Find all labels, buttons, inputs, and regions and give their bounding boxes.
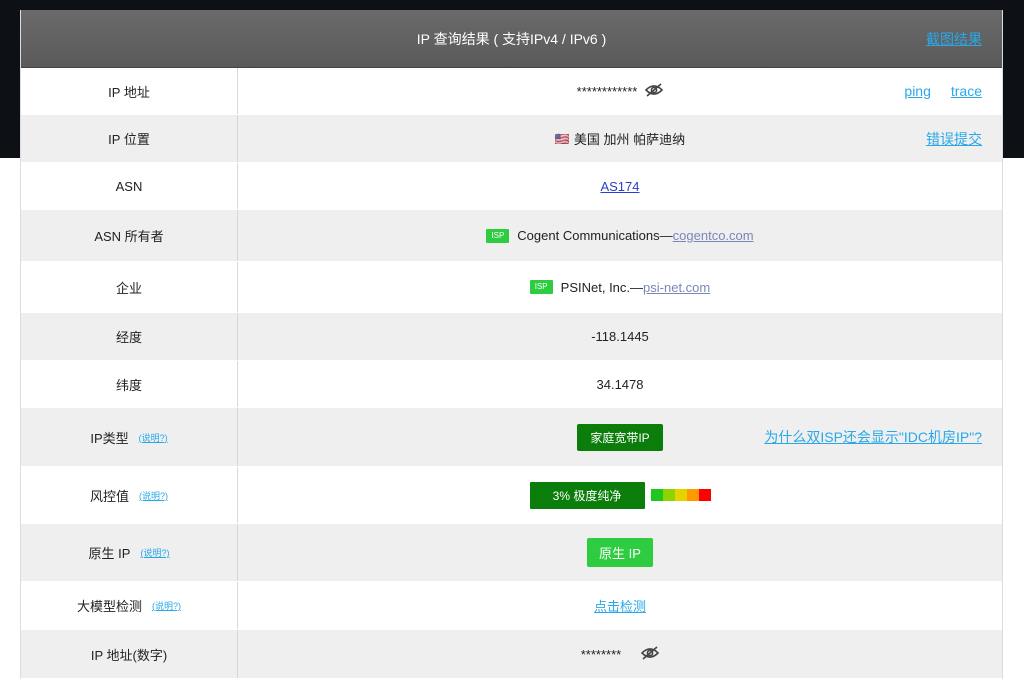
row-label: 风控值 (说明?) <box>21 467 238 523</box>
row-value: 3% 极度纯净 <box>238 467 1002 523</box>
dual-isp-question-link[interactable]: 为什么双ISP还会显示"IDC机房IP"? <box>764 427 982 447</box>
row-asn: ASN AS174 <box>21 163 1002 210</box>
row-label: IP 位置 <box>21 115 238 162</box>
row-enterprise: 企业 ISP PSINet, Inc.— psi-net.com <box>21 262 1002 313</box>
ip-type-help-link[interactable]: (说明?) <box>139 431 168 444</box>
risk-score-badge: 3% 极度纯净 <box>529 481 645 509</box>
row-latitude: 纬度 34.1478 <box>21 361 1002 408</box>
row-value: 点击检测 <box>238 582 1002 629</box>
row-value: ******** <box>238 630 1002 678</box>
row-ip-address: IP 地址 ************ ping trace <box>21 68 1002 115</box>
ip-numeric-masked-value: ******** <box>580 646 622 662</box>
native-ip-badge: 原生 IP <box>587 538 653 567</box>
risk-scale-segment <box>698 489 711 501</box>
row-asn-owner: ASN 所有者 ISP Cogent Communications— cogen… <box>21 210 1002 262</box>
row-value: ISP PSINet, Inc.— psi-net.com <box>238 262 1002 312</box>
enterprise-domain-link[interactable]: psi-net.com <box>643 280 710 295</box>
isp-badge: ISP <box>529 280 553 294</box>
ip-result-panel: IP 查询结果 ( 支持IPv4 / IPv6 ) 截图结果 IP 地址 ***… <box>20 10 1003 679</box>
row-label: 原生 IP (说明?) <box>21 524 238 581</box>
risk-scale-bar <box>650 489 711 501</box>
row-native-ip: 原生 IP (说明?) 原生 IP <box>21 524 1002 582</box>
isp-badge: ISP <box>486 228 510 243</box>
asn-link[interactable]: AS174 <box>600 179 639 194</box>
row-value: ISP Cogent Communications— cogentco.com <box>238 210 1002 261</box>
row-label: IP 地址(数字) <box>21 630 238 678</box>
asn-owner-name: Cogent Communications— <box>517 228 673 243</box>
llm-detect-help-link[interactable]: (说明?) <box>152 599 181 612</box>
row-label: IP 地址 <box>21 68 238 114</box>
risk-help-link[interactable]: (说明?) <box>139 489 168 502</box>
row-label: 纬度 <box>21 361 238 407</box>
llm-detect-label: 大模型检测 <box>76 599 142 614</box>
risk-scale-segment <box>674 489 687 501</box>
row-label: ASN <box>21 163 238 209</box>
row-value: 🇺🇸 美国 加州 帕萨迪纳 错误提交 <box>238 115 1002 162</box>
row-llm-detect: 大模型检测 (说明?) 点击检测 <box>21 582 1002 630</box>
location-text: 美国 加州 帕萨迪纳 <box>573 132 686 147</box>
row-ip-type: IP类型 (说明?) 家庭宽带IP 为什么双ISP还会显示"IDC机房IP"? <box>21 408 1002 467</box>
row-ip-numeric: IP 地址(数字) ******** <box>21 630 1002 679</box>
latitude-value: 34.1478 <box>596 376 644 392</box>
row-longitude: 经度 -118.1445 <box>21 313 1002 361</box>
row-label: ASN 所有者 <box>21 210 238 261</box>
ip-type-label: IP类型 <box>90 430 129 446</box>
eye-hidden-icon[interactable] <box>645 82 664 100</box>
eye-hidden-icon[interactable] <box>641 645 660 663</box>
row-value: 原生 IP <box>238 524 1002 581</box>
native-ip-help-link[interactable]: (说明?) <box>140 546 169 559</box>
risk-scale-segment <box>650 489 663 501</box>
trace-link[interactable]: trace <box>951 83 982 99</box>
panel-title: IP 查询结果 ( 支持IPv4 / IPv6 ) <box>416 30 607 47</box>
row-label: 经度 <box>21 313 238 360</box>
row-value: ************ ping trace <box>238 68 1002 114</box>
us-flag-icon: 🇺🇸 <box>554 131 570 146</box>
enterprise-name: PSINet, Inc.— <box>560 279 644 295</box>
risk-label: 风控值 <box>89 488 129 504</box>
risk-scale-segment <box>686 489 699 501</box>
click-detect-link[interactable]: 点击检测 <box>594 596 646 615</box>
row-value: -118.1445 <box>238 313 1002 360</box>
longitude-value: -118.1445 <box>591 329 649 344</box>
row-value: AS174 <box>238 163 1002 209</box>
ping-link[interactable]: ping <box>904 83 930 99</box>
panel-header: IP 查询结果 ( 支持IPv4 / IPv6 ) 截图结果 <box>21 10 1002 68</box>
asn-owner-domain-link[interactable]: cogentco.com <box>673 228 754 243</box>
ip-type-badge: 家庭宽带IP <box>577 423 663 451</box>
row-value: 34.1478 <box>238 361 1002 407</box>
native-ip-label: 原生 IP <box>88 546 131 561</box>
screenshot-result-link[interactable]: 截图结果 <box>926 29 982 49</box>
row-label: 大模型检测 (说明?) <box>21 582 238 629</box>
row-label: 企业 <box>21 262 238 312</box>
row-label: IP类型 (说明?) <box>21 408 238 466</box>
row-value: 家庭宽带IP 为什么双ISP还会显示"IDC机房IP"? <box>238 408 1002 466</box>
row-ip-location: IP 位置 🇺🇸 美国 加州 帕萨迪纳 错误提交 <box>21 115 1002 163</box>
row-risk: 风控值 (说明?) 3% 极度纯净 <box>21 467 1002 524</box>
risk-scale-segment <box>662 489 675 501</box>
ip-masked-value: ************ <box>576 83 638 99</box>
report-error-link[interactable]: 错误提交 <box>926 129 982 149</box>
